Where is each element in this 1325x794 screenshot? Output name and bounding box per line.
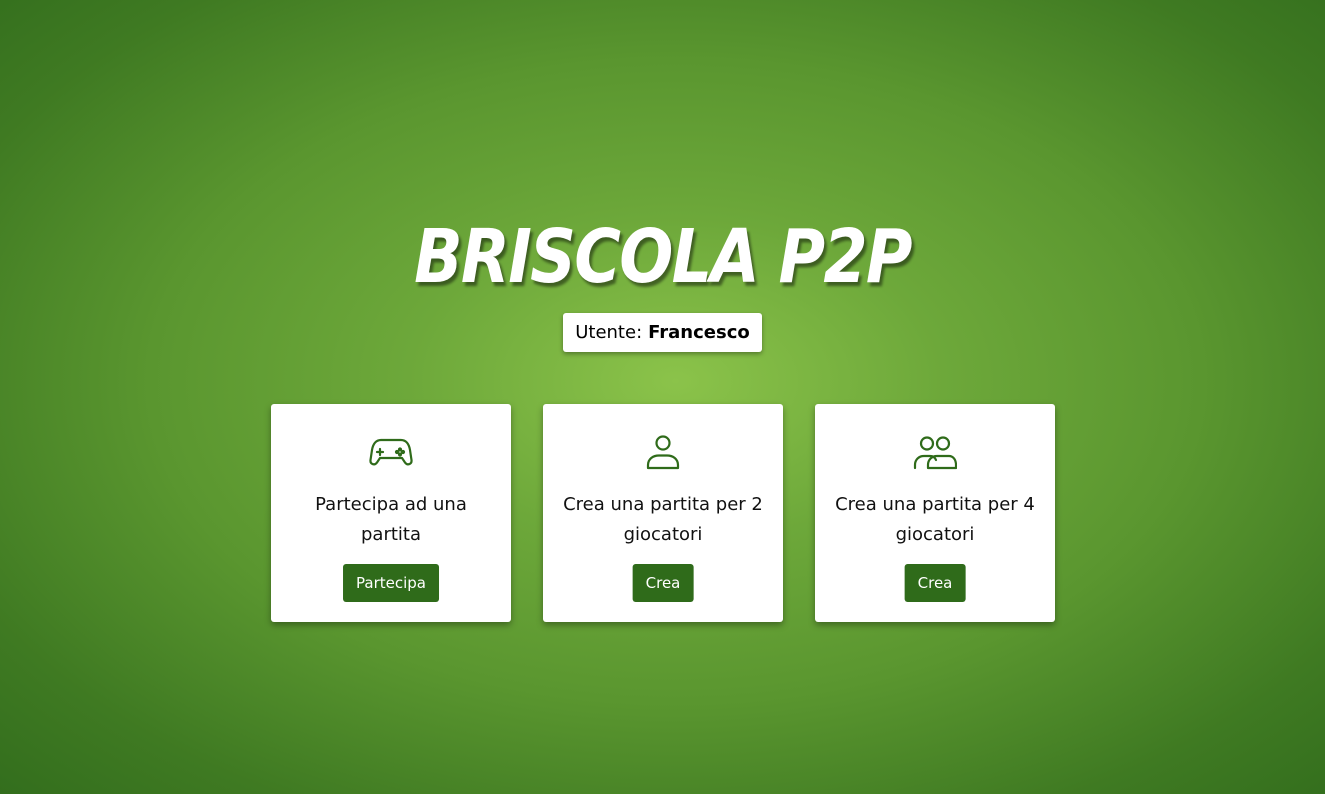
app-title: BRISCOLA P2P bbox=[414, 214, 912, 300]
user-badge: Utente: Francesco bbox=[563, 313, 762, 352]
join-game-button[interactable]: Partecipa bbox=[343, 564, 439, 602]
create-4-players-text: Crea una partita per 4 giocatori bbox=[835, 494, 1035, 545]
user-icon bbox=[543, 434, 783, 470]
join-game-text: Partecipa ad una partita bbox=[315, 494, 467, 545]
users-icon bbox=[815, 434, 1055, 470]
gamepad-icon bbox=[271, 434, 511, 470]
create-2-players-card: Crea una partita per 2 giocatori Crea bbox=[543, 404, 783, 622]
user-label: Utente: bbox=[575, 322, 643, 343]
create-2-players-text: Crea una partita per 2 giocatori bbox=[563, 494, 763, 545]
user-name: Francesco bbox=[648, 322, 750, 343]
create-2-players-button[interactable]: Crea bbox=[632, 564, 694, 602]
create-4-players-card: Crea una partita per 4 giocatori Crea bbox=[815, 404, 1055, 622]
create-4-players-button[interactable]: Crea bbox=[904, 564, 966, 602]
join-game-card: Partecipa ad una partita Partecipa bbox=[271, 404, 511, 622]
